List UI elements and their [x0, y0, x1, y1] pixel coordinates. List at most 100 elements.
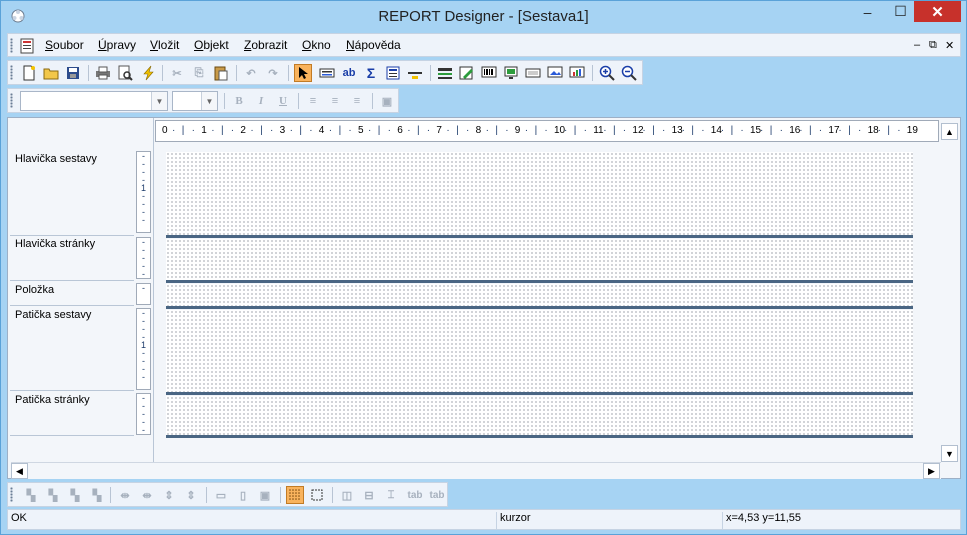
- bold-button[interactable]: B: [230, 92, 248, 110]
- menu-zobrazit[interactable]: Zobrazit: [244, 38, 287, 52]
- mdi-close-button[interactable]: ✕: [945, 39, 954, 52]
- align-center-icon[interactable]: ≡: [326, 92, 344, 110]
- font-size-combo[interactable]: ▼: [172, 91, 218, 111]
- menu-upravy[interactable]: Úpravy: [98, 38, 136, 52]
- align-objects-right-icon[interactable]: ▚: [66, 486, 84, 504]
- ruler-tick: ·: [191, 125, 195, 136]
- frame-icon[interactable]: [524, 64, 542, 82]
- align-objects-left-icon[interactable]: ▚: [22, 486, 40, 504]
- align-left-icon[interactable]: ≡: [304, 92, 322, 110]
- band-item[interactable]: [166, 284, 913, 309]
- barcode-icon[interactable]: [480, 64, 498, 82]
- scroll-up-icon[interactable]: ▲: [941, 123, 958, 140]
- same-height-icon[interactable]: ▯: [234, 486, 252, 504]
- band-report-footer[interactable]: [166, 310, 913, 395]
- chevron-down-icon[interactable]: ▼: [151, 92, 167, 110]
- vertical-scrollbar[interactable]: ▲ ▼: [940, 118, 959, 462]
- ruler-tick: |: [299, 125, 302, 136]
- copy-icon[interactable]: ⎘: [190, 64, 208, 82]
- list-field-icon[interactable]: [384, 64, 402, 82]
- format-properties-icon[interactable]: ▣: [378, 92, 396, 110]
- zoom-in-icon[interactable]: [598, 64, 616, 82]
- open-folder-icon[interactable]: [42, 64, 60, 82]
- font-name-combo[interactable]: ▼: [20, 91, 168, 111]
- maximize-button[interactable]: ☐: [887, 1, 914, 22]
- align-right-icon[interactable]: ≡: [348, 92, 366, 110]
- horizontal-scrollbar[interactable]: ◀ ▶: [11, 462, 941, 479]
- toolbar-grip[interactable]: [10, 93, 13, 108]
- ruler-tick: |: [377, 125, 381, 136]
- ruler-tick: ·: [897, 125, 901, 136]
- menu-soubor[interactable]: Soubor: [45, 38, 84, 52]
- ruler-tick: ·: [368, 125, 372, 136]
- edit-object-icon[interactable]: [458, 64, 476, 82]
- space-vertical-even-icon[interactable]: ⇕: [182, 486, 200, 504]
- print-preview-icon[interactable]: [116, 64, 134, 82]
- menu-objekt[interactable]: Objekt: [194, 38, 229, 52]
- run-lightning-icon[interactable]: [140, 64, 158, 82]
- band-report-header[interactable]: [166, 152, 913, 238]
- band-page-header[interactable]: [166, 239, 913, 283]
- section-props-icon[interactable]: [436, 64, 454, 82]
- ruler-tick: |: [221, 125, 224, 136]
- toolbar-separator: [298, 93, 299, 109]
- band-page-footer[interactable]: [166, 396, 913, 438]
- space-vertical-icon[interactable]: ⇕: [160, 486, 178, 504]
- underline-button[interactable]: U: [274, 92, 292, 110]
- italic-button[interactable]: I: [252, 92, 270, 110]
- same-width-icon[interactable]: ▭: [212, 486, 230, 504]
- ruler-tick: ·: [858, 125, 862, 136]
- chart-object-icon[interactable]: [568, 64, 586, 82]
- frame-select-icon[interactable]: [308, 486, 326, 504]
- ruler-label: 6: [397, 125, 403, 136]
- snap-to-grid-icon[interactable]: [286, 486, 304, 504]
- save-icon[interactable]: [64, 64, 82, 82]
- select-pointer-icon[interactable]: [294, 64, 312, 82]
- center-vertical-icon[interactable]: ⊟: [360, 486, 378, 504]
- same-size-icon[interactable]: ▣: [256, 486, 274, 504]
- space-horizontal-icon[interactable]: ⇹: [116, 486, 134, 504]
- close-button[interactable]: ✕: [914, 1, 961, 22]
- menu-okno[interactable]: Okno: [302, 38, 331, 52]
- redo-icon[interactable]: ↷: [264, 64, 282, 82]
- label-ab-icon[interactable]: ab: [340, 64, 358, 82]
- chevron-down-icon[interactable]: ▼: [201, 92, 217, 110]
- zoom-out-icon[interactable]: [620, 64, 638, 82]
- tab-forward-button[interactable]: tab: [406, 486, 424, 504]
- undo-icon[interactable]: ↶: [242, 64, 260, 82]
- toolbar-grip[interactable]: [10, 487, 13, 502]
- monitor-icon[interactable]: [502, 64, 520, 82]
- ruler-tick: ·: [622, 125, 627, 136]
- mdi-minimize-button[interactable]: –: [914, 39, 920, 51]
- minimize-button[interactable]: –: [854, 1, 881, 22]
- cut-icon[interactable]: ✂: [168, 64, 186, 82]
- paste-icon[interactable]: [212, 64, 230, 82]
- new-file-icon[interactable]: [20, 64, 38, 82]
- mdi-restore-button[interactable]: ⧉: [929, 39, 937, 52]
- menu-napoveda[interactable]: Nápověda: [346, 38, 401, 52]
- scroll-right-icon[interactable]: ▶: [923, 463, 940, 479]
- menu-vlozit[interactable]: Vložit: [150, 38, 179, 52]
- align-objects-top-icon[interactable]: ▚: [44, 486, 62, 504]
- toolbar-grip[interactable]: [10, 38, 13, 53]
- tab-back-button[interactable]: tab: [428, 486, 446, 504]
- space-horizontal-even-icon[interactable]: ⇹: [138, 486, 156, 504]
- align-objects-bottom-icon[interactable]: ▚: [88, 486, 106, 504]
- center-horizontal-icon[interactable]: ◫: [338, 486, 356, 504]
- scroll-left-icon[interactable]: ◀: [11, 463, 28, 479]
- menu-bar: Soubor Úpravy Vložit Objekt Zobrazit Okn…: [7, 33, 961, 57]
- print-icon[interactable]: [94, 64, 112, 82]
- sum-icon[interactable]: Σ: [362, 64, 380, 82]
- line-tool-icon[interactable]: [406, 64, 424, 82]
- tab-order-icon[interactable]: ⌶: [382, 486, 400, 504]
- scroll-down-icon[interactable]: ▼: [941, 445, 958, 462]
- image-object-icon[interactable]: [546, 64, 564, 82]
- document-icon[interactable]: [20, 38, 34, 54]
- layout-toolbar: ▚ ▚ ▚ ▚ ⇹ ⇹ ⇕ ⇕ ▭ ▯ ▣ ◫ ⊟ ⌶ tab tab: [7, 482, 448, 507]
- ruler-tick: ·: [211, 125, 215, 136]
- ruler-tick: |: [181, 125, 185, 136]
- toolbar-separator: [88, 65, 89, 81]
- toolbar-grip[interactable]: [10, 65, 13, 80]
- vertical-ruler: -: [136, 283, 151, 305]
- text-field-icon[interactable]: [318, 64, 336, 82]
